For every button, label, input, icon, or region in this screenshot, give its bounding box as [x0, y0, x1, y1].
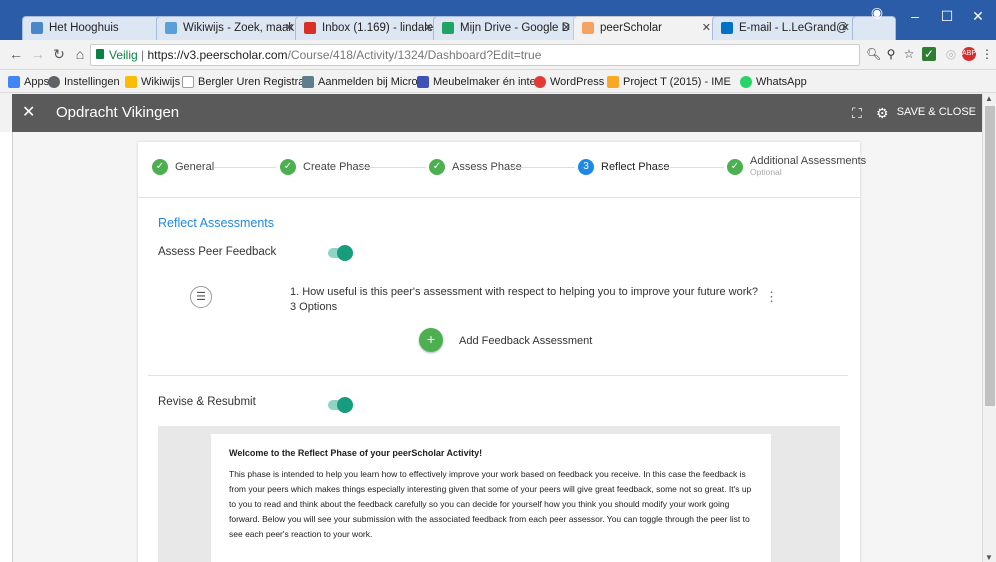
tab-favicon-icon: [442, 22, 454, 34]
bookmark-item[interactable]: Aanmelden bij Micro: [302, 74, 418, 90]
profile-icon[interactable]: ◉: [867, 4, 887, 21]
feedback-question: 1. How useful is this peer's assessment …: [290, 286, 758, 298]
bookmark-star-icon[interactable]: ☆: [902, 47, 916, 61]
instructions-paragraph: This phase is intended to help you learn…: [229, 469, 752, 539]
step-connector: [362, 167, 426, 168]
scrollbar-thumb[interactable]: [985, 106, 995, 406]
more-options-icon[interactable]: ⋮: [765, 289, 778, 305]
tab-close-icon[interactable]: ✕: [702, 17, 711, 39]
page-icon: [417, 76, 429, 88]
tab-close-icon[interactable]: ✕: [285, 17, 294, 39]
step-connector: [511, 167, 575, 168]
browser-tab[interactable]: Mijn Drive - Google D ✕: [433, 16, 578, 40]
tab-favicon-icon: [721, 22, 733, 34]
bookmark-item[interactable]: Wikiwijs: [125, 74, 180, 90]
zoom-icon[interactable]: 🔍︎: [866, 47, 881, 61]
folder-icon: [125, 76, 137, 88]
adblock-icon[interactable]: ABP: [962, 47, 976, 61]
browser-toolbar: ← → ↻ ⌂ Veilig | https://v3.peerscholar.…: [0, 40, 996, 70]
browser-tab[interactable]: Wikiwijs - Zoek, maak ✕: [156, 16, 301, 40]
assess-peer-feedback-label: Assess Peer Feedback: [158, 246, 277, 258]
divider: [148, 375, 848, 376]
save-close-button[interactable]: SAVE & CLOSE: [897, 106, 976, 118]
tab-favicon-icon: [165, 22, 177, 34]
instructions-heading: Welcome to the Reflect Phase of your pee…: [229, 448, 483, 458]
check-icon: ✓: [727, 159, 743, 175]
apps-grid-icon: [8, 76, 20, 88]
tab-close-icon[interactable]: ✕: [562, 17, 571, 39]
page-scrollbar[interactable]: ▲ ▼: [982, 94, 996, 562]
bookmark-item[interactable]: Project T (2015) - IME: [607, 74, 731, 90]
whatsapp-icon: [740, 76, 752, 88]
browser-tab[interactable]: E-mail - L.LeGrand@ ✕: [712, 16, 857, 40]
revise-resubmit-label: Revise & Resubmit: [158, 396, 256, 408]
activity-card: ✓ General ✓ Create Phase ✓ Assess Phase …: [138, 142, 866, 562]
minimize-icon[interactable]: –: [905, 8, 925, 24]
add-feedback-assessment-label[interactable]: Add Feedback Assessment: [459, 335, 592, 347]
back-icon[interactable]: ←: [8, 46, 24, 62]
tab-close-icon[interactable]: ✕: [424, 17, 433, 39]
app-header: ✕ Opdracht Vikingen ⛶ ⚙ SAVE & CLOSE: [12, 94, 984, 132]
left-gutter: [0, 132, 12, 562]
pin-icon[interactable]: ⚲: [884, 47, 898, 61]
bookmark-item[interactable]: Bergler Uren Registra: [182, 74, 304, 90]
step-additional-assessments[interactable]: ✓ Additional Assessments Optional: [727, 155, 866, 177]
browser-tab-strip: Het Hooghuis ✕ Wikiwijs - Zoek, maak ✕ I…: [0, 0, 996, 40]
browser-tab-active[interactable]: peerScholar ✕: [573, 16, 718, 40]
wordpress-icon: [534, 76, 546, 88]
check-icon: ✓: [429, 159, 445, 175]
list-icon: ☰: [190, 286, 212, 308]
page-icon: [607, 76, 619, 88]
assess-peer-feedback-toggle[interactable]: [328, 245, 353, 261]
tab-close-icon[interactable]: ✕: [841, 17, 850, 39]
page-title: Opdracht Vikingen: [56, 104, 180, 121]
bookmark-item[interactable]: WordPress: [534, 74, 604, 90]
forward-icon[interactable]: →: [30, 46, 46, 62]
page-icon: [302, 76, 314, 88]
step-number-badge: 3: [578, 159, 594, 175]
revise-resubmit-toggle[interactable]: [328, 397, 353, 413]
check-icon: ✓: [152, 159, 168, 175]
gear-icon[interactable]: ⚙: [876, 105, 889, 122]
bookmark-item[interactable]: Instellingen: [48, 74, 120, 90]
tab-favicon-icon: [582, 22, 594, 34]
tab-favicon-icon: [304, 22, 316, 34]
step-assess-phase[interactable]: ✓ Assess Phase: [429, 159, 522, 175]
section-title: Reflect Assessments: [158, 216, 275, 230]
extension-icon[interactable]: ✓: [922, 47, 936, 61]
step-general[interactable]: ✓ General: [152, 159, 214, 175]
step-connector: [214, 167, 276, 168]
fullscreen-icon[interactable]: ⛶: [852, 105, 862, 122]
extension-icon[interactable]: ◎: [944, 47, 958, 61]
address-bar[interactable]: Veilig | https://v3.peerscholar.com/Cour…: [90, 44, 860, 66]
bookmark-item[interactable]: Meubelmaker én inte: [417, 74, 536, 90]
bookmark-item[interactable]: WhatsApp: [740, 74, 807, 90]
close-window-icon[interactable]: ✕: [968, 8, 988, 25]
phase-stepper: ✓ General ✓ Create Phase ✓ Assess Phase …: [138, 142, 866, 198]
lock-icon: [96, 49, 104, 59]
home-icon[interactable]: ⌂: [72, 46, 88, 62]
bookmarks-bar: Apps Instellingen Wikiwijs Bergler Uren …: [0, 71, 996, 93]
instructions-editor[interactable]: Welcome to the Reflect Phase of your pee…: [158, 426, 840, 562]
instructions-document[interactable]: Welcome to the Reflect Phase of your pee…: [211, 434, 771, 562]
step-connector: [658, 167, 724, 168]
step-reflect-phase[interactable]: 3 Reflect Phase: [578, 159, 669, 175]
check-icon: ✓: [280, 159, 296, 175]
question-options-count: 3 Options: [290, 301, 338, 313]
add-feedback-assessment-button[interactable]: +: [419, 328, 443, 352]
bookmark-apps[interactable]: Apps: [8, 74, 49, 90]
scroll-down-icon[interactable]: ▼: [985, 553, 993, 562]
reload-icon[interactable]: ↻: [51, 46, 67, 63]
close-icon[interactable]: ✕: [22, 102, 35, 122]
scroll-up-icon[interactable]: ▲: [985, 94, 993, 103]
page-body: ✓ General ✓ Create Phase ✓ Assess Phase …: [12, 132, 982, 562]
browser-tab[interactable]: Inbox (1.169) - lindale ✕: [295, 16, 440, 40]
maximize-icon[interactable]: ☐: [937, 8, 957, 25]
menu-icon[interactable]: ⋮: [980, 47, 994, 61]
tab-favicon-icon: [31, 22, 43, 34]
gear-icon: [48, 76, 60, 88]
page-icon: [182, 76, 194, 88]
step-create-phase[interactable]: ✓ Create Phase: [280, 159, 370, 175]
